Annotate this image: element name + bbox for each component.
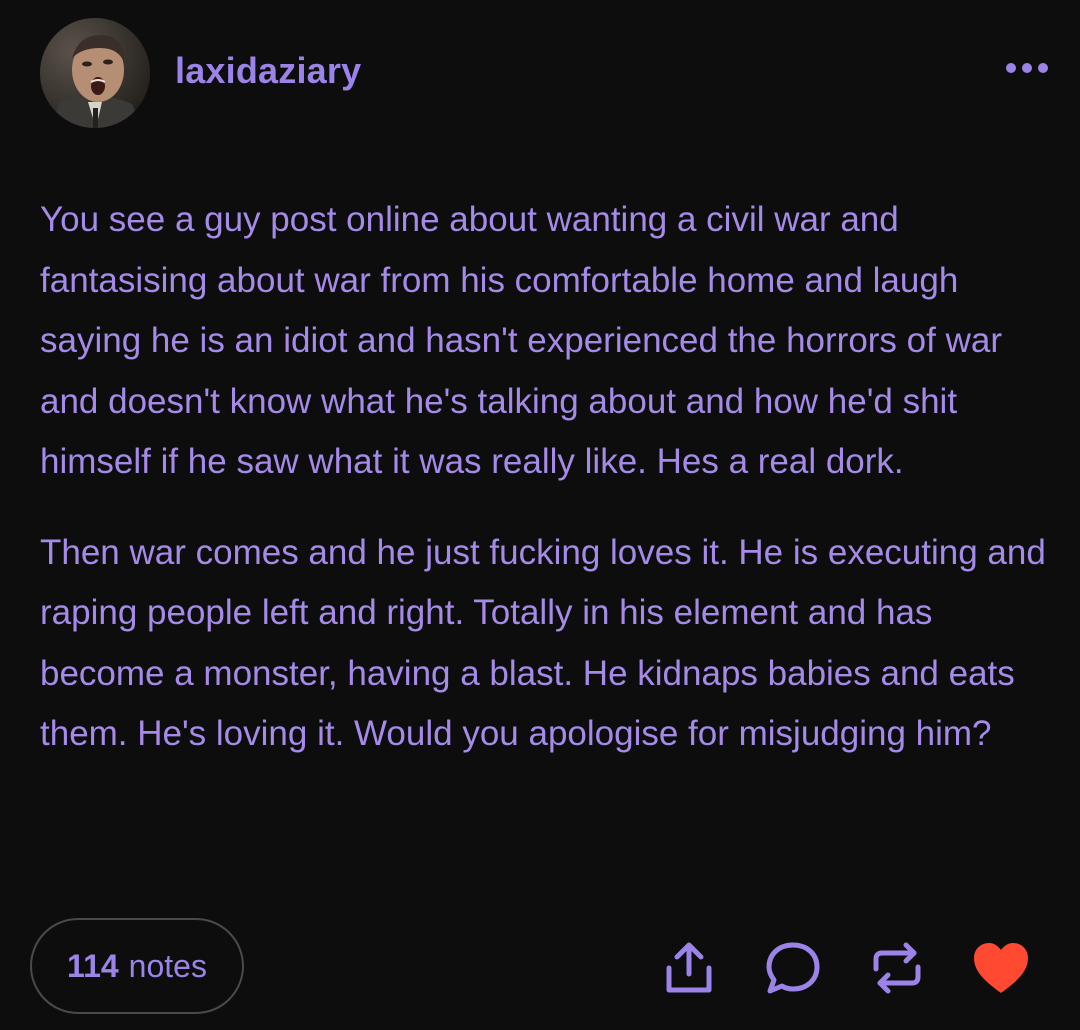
share-icon[interactable] <box>660 939 718 997</box>
post-card: laxidaziary You see a guy post online ab… <box>0 0 1080 1030</box>
notes-button[interactable]: 114 notes <box>30 918 244 1014</box>
reply-bubble-icon[interactable] <box>764 939 822 997</box>
avatar[interactable] <box>40 18 150 128</box>
heart-icon[interactable] <box>972 939 1030 997</box>
post-paragraph: Then war comes and he just fucking loves… <box>40 532 1046 754</box>
post-header: laxidaziary <box>40 18 1050 128</box>
blog-username[interactable]: laxidaziary <box>175 50 361 92</box>
notes-label: notes <box>128 947 207 984</box>
reblog-icon[interactable] <box>868 939 926 997</box>
post-actions <box>660 938 1030 998</box>
post-body: You see a guy post online about wanting … <box>40 190 1050 795</box>
notes-count: 114 <box>67 947 119 984</box>
post-paragraph: You see a guy post online about wanting … <box>40 200 1002 481</box>
more-dots-icon[interactable] <box>1004 58 1050 78</box>
